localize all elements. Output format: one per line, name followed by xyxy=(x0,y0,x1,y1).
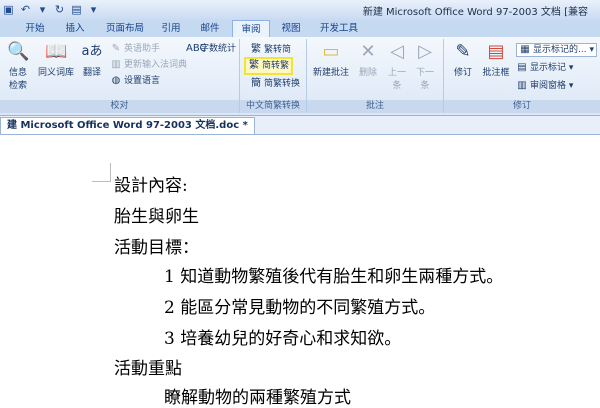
customize-qat-icon[interactable]: ▾ xyxy=(87,3,100,16)
chinese-conversion-group: 繁繁转简 繁简转繁 簡简繁转换 中文简繁转换 xyxy=(240,39,307,113)
tab-mailings[interactable]: 邮件 xyxy=(194,21,226,36)
print-preview-icon[interactable]: ▤ xyxy=(70,3,83,16)
quick-access-toolbar: ▣ ↶ ▾ ↻ ▤ ▾ xyxy=(2,3,100,16)
doc-line-objective-2: 2 能區分常見動物的不同繁殖方式。 xyxy=(164,298,436,318)
doc-line-key-point-1: 瞭解動物的兩種繁殖方式 xyxy=(164,388,351,408)
new-comment-icon: ▭ xyxy=(322,41,340,62)
word-count-button[interactable]: ABC字数统计 xyxy=(186,42,236,56)
thesaurus-button[interactable]: 📖 同义词库 xyxy=(36,41,76,78)
set-language-button[interactable]: ◍ 设置语言 xyxy=(110,74,160,88)
comments-group: ▭ 新建批注 ✕ 删除 ◁ 上一 条 ▷ 下一 条 批注 xyxy=(307,39,444,113)
update-ime-dictionary-button[interactable]: ▥ 更新输入法词典 xyxy=(110,58,187,72)
research-button[interactable]: 🔍 信息 检索 xyxy=(6,41,30,91)
undo-icon[interactable]: ↶ xyxy=(19,3,32,16)
tab-view[interactable]: 视图 xyxy=(276,21,306,36)
book-icon: 📖 xyxy=(45,41,68,62)
english-assistant-button[interactable]: ✎ 英语助手 xyxy=(110,42,160,56)
proofing-group-label: 校对 xyxy=(0,100,239,113)
globe-icon: ◍ xyxy=(111,75,121,86)
research-icon: 🔍 xyxy=(7,41,30,62)
doc-line-design-content: 設計內容: xyxy=(114,176,188,196)
redo-icon[interactable]: ↻ xyxy=(53,3,66,16)
doc-line-objective-1: 1 知道動物繁殖後代有胎生和卵生兩種方式。 xyxy=(164,267,504,287)
margin-corner-mark xyxy=(92,163,111,182)
simplified-icon: 繁 xyxy=(251,44,261,55)
track-changes-icon: ✎ xyxy=(455,41,471,62)
dictionary-icon: ▥ xyxy=(111,59,121,70)
tracking-group: ✎ 修订 ▤ 批注框 ▦ 显示标记的... ▾ ▤ 显示标记 ▾ ▥ 审阅窗格 ▾ 修… xyxy=(444,39,600,113)
tab-home[interactable]: 开始 xyxy=(18,21,52,36)
translate-icon: aあ xyxy=(81,44,103,59)
tab-references[interactable]: 引用 xyxy=(156,21,186,36)
document-tab[interactable]: 建 Microsoft Office Word 97-2003 文档.doc * xyxy=(0,117,255,134)
delete-comment-icon: ✕ xyxy=(360,41,376,62)
document-page[interactable]: 設計內容: 胎生與卵生 活動目標： 1 知道動物繁殖後代有胎生和卵生兩種方式。 … xyxy=(0,135,600,408)
tab-review[interactable]: 审阅 xyxy=(232,20,270,38)
display-icon: ▦ xyxy=(520,44,530,55)
traditional-icon: 繁 xyxy=(249,60,259,71)
save-icon[interactable]: ▣ xyxy=(2,3,15,16)
tab-developer[interactable]: 开发工具 xyxy=(314,21,364,36)
tab-insert[interactable]: 插入 xyxy=(58,21,92,36)
to-simplified-button[interactable]: 繁繁转简 xyxy=(250,43,291,57)
translate-button[interactable]: aあ 翻译 xyxy=(80,41,104,78)
next-comment-button[interactable]: ▷ 下一 条 xyxy=(413,41,437,91)
assistant-icon: ✎ xyxy=(111,43,121,54)
proofing-group: 🔍 信息 检索 📖 同义词库 aあ 翻译 ✎ 英语助手 ▥ 更新输入法词典 ◍ 设置语… xyxy=(0,39,240,113)
previous-comment-button[interactable]: ◁ 上一 条 xyxy=(385,41,409,91)
new-comment-button[interactable]: ▭ 新建批注 xyxy=(311,41,351,78)
show-markup-button[interactable]: ▤ 显示标记 ▾ xyxy=(516,61,573,75)
delete-comment-button[interactable]: ✕ 删除 xyxy=(355,41,381,78)
comments-group-label: 批注 xyxy=(307,100,443,113)
reviewing-pane-icon: ▥ xyxy=(517,80,527,91)
balloons-icon: ▤ xyxy=(487,41,505,62)
word-count-icon: ABC xyxy=(186,43,207,54)
conversion-icon: 簡 xyxy=(251,78,261,89)
doc-line-key-points-heading: 活動重點 xyxy=(114,359,182,379)
chinese-conversion-group-label: 中文简繁转换 xyxy=(240,100,306,113)
doc-line-objectives-heading: 活動目標： xyxy=(114,238,199,258)
ribbon-tabs: 开始 插入 页面布局 引用 邮件 审阅 视图 开发工具 xyxy=(0,20,600,38)
dropdown-icon[interactable]: ▾ xyxy=(36,3,49,16)
reviewing-pane-button[interactable]: ▥ 审阅窗格 ▾ xyxy=(516,79,573,93)
balloons-button[interactable]: ▤ 批注框 xyxy=(480,41,512,78)
display-for-review-select[interactable]: ▦ 显示标记的... ▾ xyxy=(516,43,597,57)
window-title: 新建 Microsoft Office Word 97-2003 文档 [兼容 xyxy=(362,7,588,18)
tracking-group-label: 修订 xyxy=(444,100,600,113)
tab-page-layout[interactable]: 页面布局 xyxy=(100,21,150,36)
conversion-button[interactable]: 簡简繁转换 xyxy=(250,77,300,91)
to-traditional-button[interactable]: 繁简转繁 xyxy=(243,57,294,75)
ribbon: 🔍 信息 检索 📖 同义词库 aあ 翻译 ✎ 英语助手 ▥ 更新输入法词典 ◍ 设置语… xyxy=(0,37,600,116)
title-bar: ▣ ↶ ▾ ↻ ▤ ▾ 新建 Microsoft Office Word 97-… xyxy=(0,0,600,21)
track-changes-button[interactable]: ✎ 修订 xyxy=(450,41,476,78)
next-icon: ▷ xyxy=(418,41,432,62)
doc-line-topic: 胎生與卵生 xyxy=(114,207,199,227)
document-tab-bar: 建 Microsoft Office Word 97-2003 文档.doc * xyxy=(0,116,600,135)
doc-line-objective-3: 3 培養幼兒的好奇心和求知欲。 xyxy=(164,329,402,349)
previous-icon: ◁ xyxy=(390,41,404,62)
show-markup-icon: ▤ xyxy=(517,62,527,73)
